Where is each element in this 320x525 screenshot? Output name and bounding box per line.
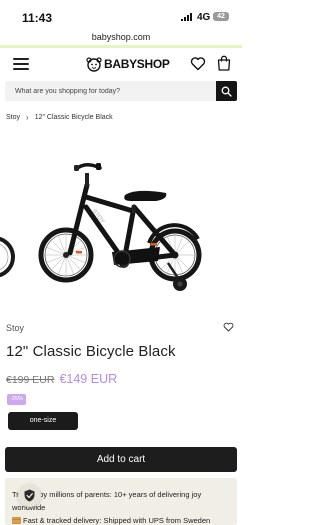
usp-box: Trusted by millions of parents: 10+ year… — [5, 478, 237, 525]
sale-price: €149 EUR — [59, 372, 118, 386]
shopping-bag-icon[interactable] — [217, 55, 231, 71]
delivery-box-icon — [12, 517, 21, 524]
usp-delivery-text: Fast & tracked delivery: Shipped with UP… — [23, 516, 211, 525]
network-type: 4G — [197, 12, 211, 23]
search-input[interactable] — [5, 81, 215, 101]
size-option-one-size[interactable]: one-size — [8, 412, 78, 430]
menu-icon[interactable] — [13, 58, 29, 70]
logo-text: BABYSHOP — [104, 57, 170, 71]
battery-indicator: 42 — [213, 12, 229, 21]
product-brand[interactable]: Stoy — [6, 323, 24, 333]
price-block: €199 EUR €149 EUR — [6, 372, 117, 386]
status-bar: 11:43 4G 42 — [0, 0, 242, 30]
usp-trusted: Trusted by millions of parents: 10+ year… — [12, 488, 230, 514]
site-header: BABYSHOP — [0, 48, 242, 80]
search-icon — [221, 86, 232, 97]
breadcrumb-item-brand[interactable]: Stoy — [6, 114, 20, 121]
discount-badge: -25% — [7, 394, 26, 405]
breadcrumb: Stoy › 12" Classic Bicycle Black — [6, 113, 113, 122]
wishlist-heart-icon[interactable] — [223, 322, 234, 332]
heart-icon[interactable] — [190, 56, 206, 71]
product-image-gallery[interactable]: STOY — [0, 135, 242, 305]
breadcrumb-item-current: 12" Classic Bicycle Black — [34, 114, 113, 121]
signal-icon — [181, 13, 192, 21]
add-to-cart-button[interactable]: Add to cart — [5, 447, 237, 472]
site-logo[interactable]: BABYSHOP — [86, 54, 170, 74]
usp-delivery: Fast & tracked delivery: Shipped with UP… — [12, 514, 237, 525]
shield-check-icon — [24, 489, 35, 502]
product-image-bicycle: STOY — [0, 163, 202, 291]
original-price: €199 EUR — [6, 374, 55, 386]
logo-baby-icon — [86, 57, 102, 72]
trust-badge-button[interactable] — [18, 484, 41, 507]
chevron-right-icon: › — [26, 113, 29, 122]
search-button[interactable] — [216, 81, 237, 101]
product-title: 12" Classic Bicycle Black — [6, 343, 176, 360]
status-time: 11:43 — [22, 11, 53, 25]
browser-url[interactable]: babyshop.com — [0, 29, 242, 45]
search-bar — [5, 81, 237, 101]
